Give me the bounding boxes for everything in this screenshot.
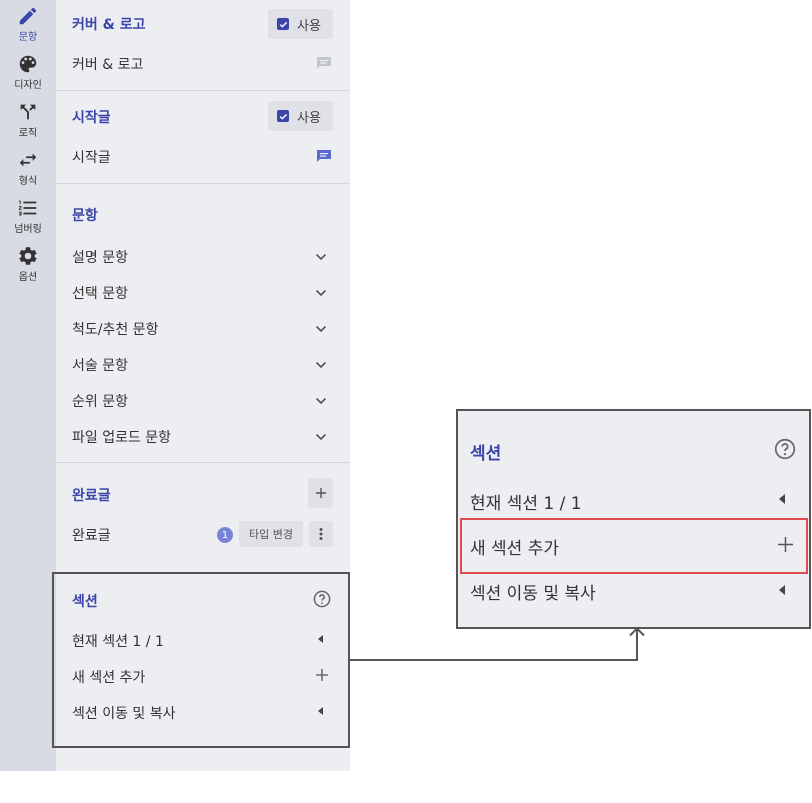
completion-section-title: 완료글 [72, 488, 111, 504]
rail-label: 문항 [18, 32, 38, 43]
current-section-item[interactable]: 현재 섹션 1 / 1 [72, 631, 164, 651]
help-icon[interactable] [313, 590, 331, 608]
zoom-add-section[interactable]: 새 섹션 추가 [470, 534, 559, 559]
rail-item-numbering[interactable]: 넘버링 [0, 194, 56, 242]
intro-use-toggle[interactable]: 사용 [268, 101, 333, 131]
intro-use-label: 사용 [297, 110, 321, 126]
chevron-down-icon[interactable] [314, 286, 328, 300]
cover-use-label: 사용 [297, 18, 321, 34]
cover-use-toggle[interactable]: 사용 [268, 9, 333, 39]
question-type-item[interactable]: 선택 문항 [72, 283, 128, 303]
plus-icon[interactable] [778, 537, 793, 552]
checkbox-checked-icon [277, 110, 289, 122]
divider [56, 90, 350, 91]
rail-label: 로직 [18, 128, 38, 139]
chevron-down-icon[interactable] [314, 430, 328, 444]
numbered-list-icon [18, 200, 37, 216]
section-title: 섹션 [72, 594, 98, 610]
rail-label: 넘버링 [14, 224, 42, 235]
pencil-icon [19, 7, 37, 25]
zoom-current-section[interactable]: 현재 섹션 1 / 1 [470, 489, 582, 514]
zoom-move-copy-section[interactable]: 섹션 이동 및 복사 [470, 579, 596, 604]
rail-label: 옵션 [18, 272, 38, 283]
type-change-button[interactable]: 타입 변경 [239, 521, 303, 547]
branch-icon [20, 104, 36, 120]
swap-icon [19, 153, 37, 167]
add-completion-button[interactable] [308, 478, 333, 508]
cover-item[interactable]: 커버 & 로고 [72, 54, 143, 74]
question-type-item[interactable]: 척도/추천 문항 [72, 319, 158, 339]
move-copy-section-item[interactable]: 섹션 이동 및 복사 [72, 703, 176, 723]
checkbox-checked-icon [277, 18, 289, 30]
caret-left-icon[interactable] [779, 585, 785, 595]
intro-item[interactable]: 시작글 [72, 147, 111, 167]
gear-icon [19, 247, 37, 265]
questions-section-title: 문항 [72, 208, 98, 224]
more-vertical-icon [319, 528, 323, 540]
count-badge: 1 [217, 527, 233, 543]
chevron-down-icon[interactable] [314, 322, 328, 336]
zoom-section-title: 섹션 [470, 444, 502, 464]
rail-item-format[interactable]: 형식 [0, 146, 56, 194]
divider [56, 462, 350, 463]
completion-item[interactable]: 완료글 [72, 525, 111, 545]
help-icon[interactable] [774, 438, 796, 460]
question-type-item[interactable]: 설명 문항 [72, 247, 128, 267]
plus-icon[interactable] [316, 669, 328, 681]
chevron-down-icon[interactable] [314, 358, 328, 372]
icon-rail: 문항 디자인 로직 형식 넘버링 옵션 [0, 0, 56, 771]
rail-item-options[interactable]: 옵션 [0, 242, 56, 290]
zoomed-section-callout: 섹션 현재 섹션 1 / 1 새 섹션 추가 섹션 이동 및 복사 [456, 409, 811, 629]
plus-icon [315, 488, 326, 498]
caret-left-icon[interactable] [779, 494, 785, 504]
rail-label: 디자인 [14, 80, 42, 91]
comment-icon[interactable] [316, 56, 332, 70]
comment-icon[interactable] [316, 149, 332, 163]
intro-section-title: 시작글 [72, 110, 111, 126]
caret-left-icon[interactable] [318, 635, 323, 643]
rail-label: 형식 [18, 176, 38, 187]
rail-item-logic[interactable]: 로직 [0, 98, 56, 146]
question-type-item[interactable]: 순위 문항 [72, 391, 128, 411]
chevron-down-icon[interactable] [314, 250, 328, 264]
divider [56, 183, 350, 184]
caret-left-icon[interactable] [318, 707, 323, 715]
rail-item-questions[interactable]: 문항 [0, 2, 56, 50]
more-options-button[interactable] [309, 521, 333, 547]
question-type-item[interactable]: 파일 업로드 문항 [72, 427, 171, 447]
connector-line [350, 659, 638, 661]
question-type-item[interactable]: 서술 문항 [72, 355, 128, 375]
chevron-down-icon[interactable] [314, 394, 328, 408]
add-section-item[interactable]: 새 섹션 추가 [72, 667, 145, 687]
palette-icon [19, 55, 37, 73]
rail-item-design[interactable]: 디자인 [0, 50, 56, 98]
cover-section-title: 커버 & 로고 [72, 17, 146, 33]
